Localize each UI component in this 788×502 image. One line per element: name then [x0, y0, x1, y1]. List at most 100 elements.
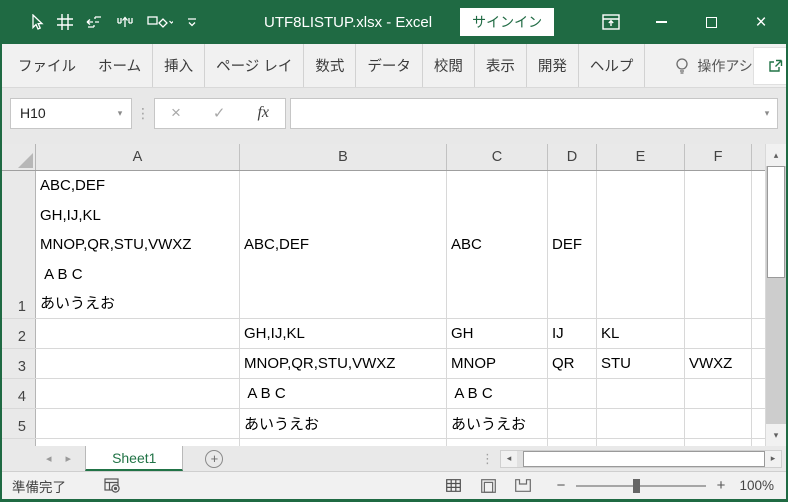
cell-C3[interactable]: MNOP	[447, 349, 548, 378]
horizontal-scrollbar[interactable]: ◂ ▸	[500, 449, 782, 468]
tab-insert[interactable]: 挿入	[152, 44, 204, 87]
cell-C4[interactable]: A B C	[447, 379, 548, 408]
row-header-3[interactable]: 3	[2, 349, 36, 378]
normal-view-button[interactable]	[442, 475, 464, 497]
spreadsheet-grid: A B C D E F 1 ABC,DEF GH,IJ,KL MNOP,QR,S…	[2, 144, 786, 446]
tab-developer[interactable]: 開発	[525, 44, 578, 87]
column-header-D[interactable]: D	[548, 144, 597, 170]
zoom-out-button[interactable]: −	[552, 477, 570, 494]
cell-E2[interactable]: KL	[597, 319, 685, 348]
assist-label: 操作アシ	[697, 57, 753, 74]
column-header-C[interactable]: C	[447, 144, 548, 170]
column-header-E[interactable]: E	[597, 144, 685, 170]
name-box-dropdown-icon[interactable]: ▾	[109, 108, 131, 119]
tab-view[interactable]: 表示	[473, 44, 526, 87]
tab-data[interactable]: データ	[355, 44, 422, 87]
cell-B3[interactable]: MNOP,QR,STU,VWXZ	[240, 349, 447, 378]
cell-F4[interactable]	[685, 379, 752, 408]
close-button[interactable]: ×	[736, 0, 786, 44]
select-all-button[interactable]	[2, 144, 36, 170]
zoom-slider-track[interactable]	[576, 478, 706, 493]
formula-bar-separator[interactable]: ⋮	[132, 105, 154, 122]
scroll-up-button[interactable]: ▴	[766, 144, 786, 166]
cell-D3[interactable]: QR	[548, 349, 597, 378]
zoom-slider-thumb[interactable]	[633, 478, 641, 493]
arrow-up-rows-icon[interactable]	[116, 14, 134, 30]
horizontal-scrollbar-thumb[interactable]	[523, 450, 765, 467]
sheet-bar-separator[interactable]: ⋮	[475, 451, 500, 467]
tab-review[interactable]: 校閲	[421, 44, 474, 87]
tell-me-assist[interactable]: 操作アシ	[675, 44, 753, 87]
maximize-button[interactable]	[686, 0, 736, 44]
insert-function-icon[interactable]: fx	[257, 104, 269, 122]
row-header-1[interactable]: 1	[2, 171, 36, 318]
row-header-4[interactable]: 4	[2, 379, 36, 408]
column-header-A[interactable]: A	[36, 144, 240, 170]
cell-A1[interactable]: ABC,DEF GH,IJ,KL MNOP,QR,STU,VWXZ A B C …	[36, 171, 240, 318]
sheet-nav-right-icon[interactable]: ▸	[66, 452, 72, 465]
minimize-button[interactable]	[636, 0, 686, 44]
column-header-B[interactable]: B	[240, 144, 447, 170]
customize-qat-icon[interactable]	[186, 16, 198, 28]
tab-home[interactable]: ホーム	[87, 44, 152, 87]
cell-D1[interactable]: DEF	[548, 171, 597, 318]
row-header-2[interactable]: 2	[2, 319, 36, 348]
cell-E3[interactable]: STU	[597, 349, 685, 378]
scroll-down-button[interactable]: ▾	[766, 424, 786, 446]
scroll-right-button[interactable]: ▸	[765, 450, 781, 467]
cell-B4[interactable]: A B C	[240, 379, 447, 408]
cell-A3[interactable]	[36, 349, 240, 378]
name-box[interactable]: H10 ▾	[10, 97, 132, 129]
cell-E5[interactable]	[597, 409, 685, 438]
page-break-preview-button[interactable]	[512, 475, 534, 497]
macro-record-button[interactable]	[104, 478, 121, 493]
cell-A4[interactable]	[36, 379, 240, 408]
share-button[interactable]: 共有	[752, 46, 786, 85]
cell-F5[interactable]	[685, 409, 752, 438]
cell-D2[interactable]: IJ	[548, 319, 597, 348]
formula-bar-expand-icon[interactable]: ▾	[757, 108, 777, 119]
cell-C5[interactable]: あいうえお	[447, 409, 548, 438]
vertical-scrollbar[interactable]: ▴ ▾	[765, 144, 786, 446]
cell-F1[interactable]	[685, 171, 752, 318]
zoom-level-label[interactable]: 100%	[730, 478, 776, 493]
tab-formulas[interactable]: 数式	[303, 44, 355, 87]
enter-formula-icon[interactable]: ✓	[213, 104, 226, 122]
cancel-formula-icon[interactable]: ×	[171, 103, 181, 123]
shapes-icon[interactable]	[147, 14, 173, 31]
cell-F3[interactable]: VWXZ	[685, 349, 752, 378]
vertical-scrollbar-track[interactable]	[766, 278, 786, 424]
page-layout-view-button[interactable]	[477, 475, 499, 497]
sign-in-button[interactable]: サインイン	[460, 8, 555, 36]
status-mode-label: 準備完了	[12, 479, 66, 495]
cell-C2[interactable]: GH	[447, 319, 548, 348]
formula-bar-input[interactable]: ▾	[290, 97, 778, 129]
outline-promote-icon[interactable]	[86, 14, 103, 30]
cell-A2[interactable]	[36, 319, 240, 348]
vertical-scrollbar-thumb[interactable]	[767, 166, 785, 278]
tab-help[interactable]: ヘルプ	[577, 44, 646, 87]
ribbon-display-options-button[interactable]	[586, 0, 636, 44]
cell-A5[interactable]	[36, 409, 240, 438]
cell-B1[interactable]: ABC,DEF	[240, 171, 447, 318]
cell-B5[interactable]: あいうえお	[240, 409, 447, 438]
sheet-nav-left-icon[interactable]: ◂	[46, 452, 52, 465]
column-header-F[interactable]: F	[685, 144, 752, 170]
cell-D4[interactable]	[548, 379, 597, 408]
new-sheet-button[interactable]: +	[205, 449, 224, 468]
crop-marks-icon[interactable]	[57, 14, 73, 30]
cell-E1[interactable]	[597, 171, 685, 318]
zoom-in-button[interactable]: +	[712, 477, 730, 494]
cell-B2[interactable]: GH,IJ,KL	[240, 319, 447, 348]
scroll-left-button[interactable]: ◂	[501, 450, 517, 467]
cell-E4[interactable]	[597, 379, 685, 408]
tab-file[interactable]: ファイル	[2, 44, 87, 87]
cell-C1[interactable]: ABC	[447, 171, 548, 318]
cursor-icon[interactable]	[28, 13, 44, 31]
cell-partial-5	[752, 409, 765, 438]
row-header-5[interactable]: 5	[2, 409, 36, 438]
cell-D5[interactable]	[548, 409, 597, 438]
sheet-tab-sheet1[interactable]: Sheet1	[85, 446, 184, 471]
tab-page-layout[interactable]: ページ レイ	[204, 44, 303, 87]
cell-F2[interactable]	[685, 319, 752, 348]
